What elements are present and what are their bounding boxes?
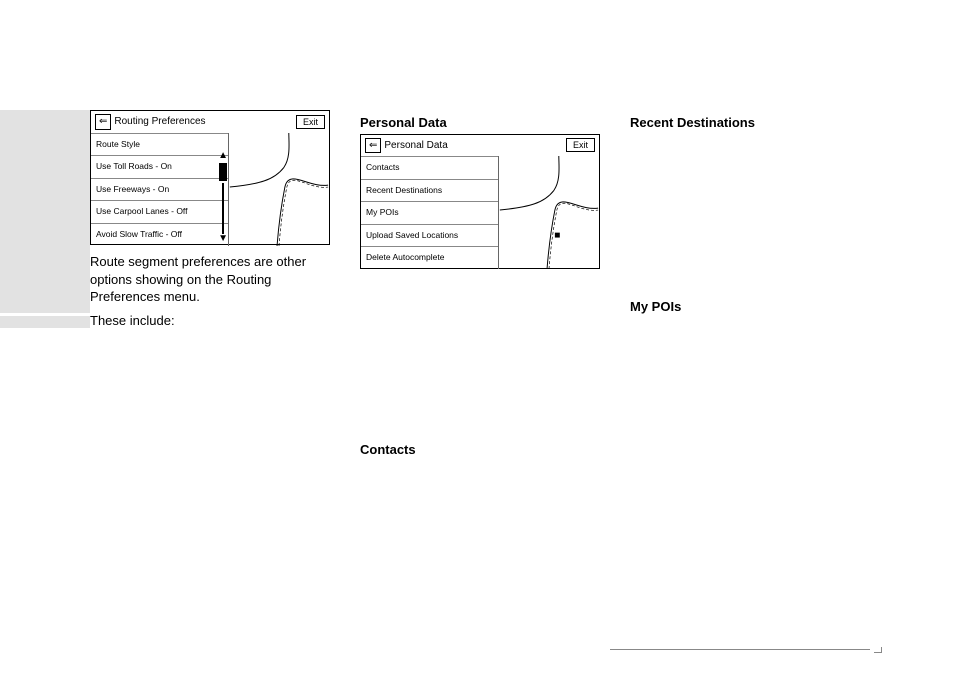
column-1: ⇐ Routing Preferences Exit Route Style U… [90,110,330,460]
exit-button: Exit [296,115,325,129]
column-2: Personal Data ⇐ Personal Data Exit Conta… [360,110,600,460]
scroll-down-icon: ▼ [218,234,228,244]
figure-list-row: My POIs [361,201,498,224]
spacer [630,134,870,294]
footer-tick-icon [874,647,882,653]
figure-list-row: Recent Destinations [361,179,498,202]
scroll-thumb [219,163,227,181]
figure-list-row: Route Style [91,133,228,156]
figure-list-row: Contacts [361,156,498,179]
road-line [500,156,559,210]
map-svg [499,156,599,269]
scroll-up-icon: ▲ [218,151,228,161]
figure-routing-preferences: ⇐ Routing Preferences Exit Route Style U… [90,110,330,245]
figure-title: Personal Data [384,139,566,153]
spacer [360,277,600,437]
margin-grey-band [0,316,90,328]
figure-list-row: Upload Saved Locations [361,224,498,247]
figure-body: Contacts Recent Destinations My POIs Upl… [361,156,599,269]
map-marker-icon [555,233,560,238]
heading-my-pois: My POIs [630,298,870,316]
column-3: Recent Destinations My POIs [630,110,870,460]
figure-list-row: Use Freeways - On [91,178,228,201]
map-svg [229,133,329,246]
back-icon: ⇐ [95,114,111,130]
figure-list-row: Use Toll Roads - On [91,155,228,178]
paragraph: These include: [90,312,330,330]
exit-button: Exit [566,138,595,152]
figure-list-row: Delete Autocomplete [361,246,498,269]
figure-list-row: Use Carpool Lanes - Off [91,200,228,223]
figure-body: Route Style Use Toll Roads - On Use Free… [91,133,329,246]
margin-grey-band [0,110,90,313]
road-line [277,178,328,245]
figure-personal-data: ⇐ Personal Data Exit Contacts Recent Des… [360,134,600,269]
figure-list: Contacts Recent Destinations My POIs Upl… [361,156,499,269]
road-dashed-line [279,180,328,246]
page-content: ⇐ Routing Preferences Exit Route Style U… [0,0,960,500]
heading-contacts: Contacts [360,441,600,459]
figure-header: ⇐ Routing Preferences Exit [91,111,329,133]
figure-map [499,156,599,269]
footer-line [610,649,870,650]
scrollbar: ▲ ▼ [216,151,230,244]
figure-map [229,133,329,246]
figure-title: Routing Preferences [114,115,296,129]
figure-list-row: Avoid Slow Traffic - Off [91,223,228,246]
figure-header: ⇐ Personal Data Exit [361,135,599,157]
heading-personal-data: Personal Data [360,114,600,132]
back-icon: ⇐ [365,138,381,154]
figure-list: Route Style Use Toll Roads - On Use Free… [91,133,229,246]
road-line [547,202,598,269]
scroll-rail [222,183,224,234]
road-line [230,133,289,187]
paragraph: Route segment preferences are other opti… [90,253,330,306]
heading-recent-destinations: Recent Destinations [630,114,870,132]
